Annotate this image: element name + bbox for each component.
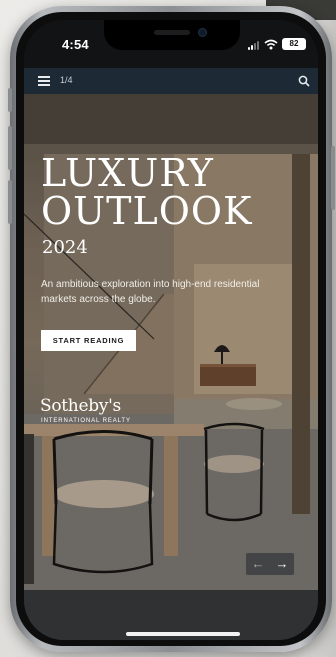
hero-title-line1: LUXURY [41,151,214,195]
status-bar: 4:54 82 [24,20,318,68]
status-time: 4:54 [62,37,89,52]
previous-arrow-icon[interactable]: ← [246,553,270,575]
hero-title-line2: OUTLOOK [41,189,253,233]
power-button [331,146,335,210]
slide-navigation: ← → [246,553,294,575]
hero-year: 2024 [42,237,88,258]
search-icon[interactable] [298,75,310,87]
home-indicator[interactable] [126,632,240,636]
hero-subtitle: An ambitious exploration into high-end r… [41,279,260,305]
app-header: 1/4 [24,68,318,94]
hero-title: LUXURY OUTLOOK [41,154,252,230]
signal-icon [248,40,262,50]
hero-section: LUXURY OUTLOOK 2024 An ambitious explora… [24,94,318,590]
wifi-icon [264,39,278,50]
notch [104,20,240,50]
page-indicator: 1/4 [60,75,73,85]
phone-screen: 4:54 82 1/4 LUXURY OUTLOOK 2024 An ambit… [24,20,318,640]
volume-up-button [8,126,12,170]
volume-down-button [8,180,12,224]
speaker-grille [154,30,190,35]
battery-icon: 82 [282,38,306,50]
next-arrow-icon[interactable]: → [270,553,294,575]
mute-switch [8,88,12,112]
brand-logo-text: Sotheby's [40,396,121,416]
menu-icon[interactable] [38,76,50,86]
start-reading-button[interactable]: START READING [41,330,136,351]
front-camera [198,28,207,37]
brand-logo-subtitle: INTERNATIONAL REALTY [41,418,131,424]
